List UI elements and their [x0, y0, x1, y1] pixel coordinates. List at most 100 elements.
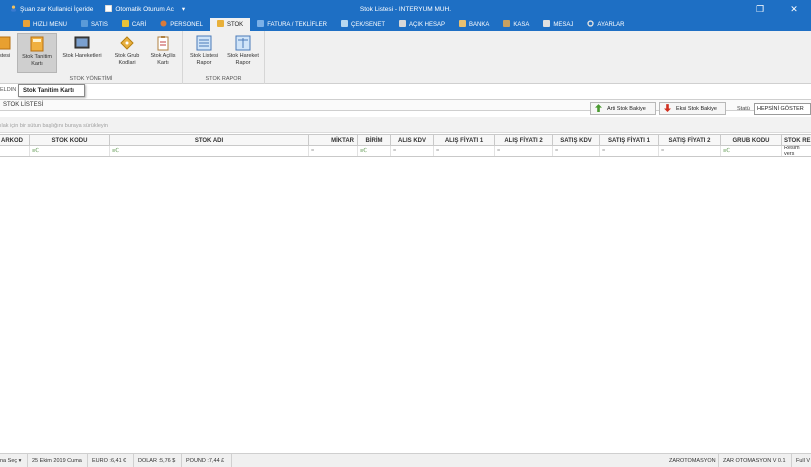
group-by-hint: ılak için bir sütun başlığını buraya sür…	[0, 123, 108, 129]
open-account-icon	[399, 20, 406, 29]
grid-header: ARKOD STOK KODU STOK ADI MİKTAR BİRİM AL…	[0, 134, 811, 146]
stock-group-codes-button[interactable]: Stok Grub Kodlari	[110, 33, 144, 73]
column-header-satis-fiyati-1[interactable]: SATIŞ FİYATI 1	[600, 135, 659, 146]
tab-kasa[interactable]: KASA	[496, 18, 536, 31]
settings-icon	[587, 20, 595, 29]
tab-banka[interactable]: BANKA	[452, 18, 496, 31]
check-icon	[340, 20, 348, 29]
ribbon-group-label: STOK RAPOR	[205, 76, 242, 82]
filter-cell-grub-kodu[interactable]: ≡ℂ	[721, 146, 782, 156]
status-bar: na Seç ▾ 25 Ekim 2019 Cuma EURO :6,41 € …	[0, 453, 811, 467]
tab-cek-senet[interactable]: ÇEK/SENET	[334, 18, 392, 31]
ribbon-group-stock-management: istesi Stok Tanitim Kartı Stok Hareketle…	[0, 31, 183, 84]
filter-cell-alis-fiyati-2[interactable]: =	[495, 146, 553, 156]
filter-cell-alis-kdv[interactable]: =	[391, 146, 434, 156]
tab-personel[interactable]: PERSONEL	[153, 18, 210, 31]
filter-cell-stok-adi[interactable]: ≡ℂ	[110, 146, 309, 156]
message-icon	[543, 20, 551, 29]
report-icon	[196, 35, 212, 51]
minus-stock-balance-button[interactable]: Eksi Stok Bakiye	[659, 102, 726, 115]
filter-cell-stok-resim[interactable]: Resim vers	[782, 146, 811, 156]
column-header-alis-fiyati-2[interactable]: ALIŞ FİYATI 2	[495, 135, 553, 146]
clipboard-icon	[157, 36, 169, 51]
grid-filter-row: ≡ℂ ≡ℂ = ≡ℂ = = = = = = ≡ℂ Resim vers	[0, 146, 811, 157]
filter-cell-barkod[interactable]	[0, 146, 30, 156]
tab-mesaj[interactable]: MESAJ	[536, 18, 580, 31]
stock-list-button[interactable]: istesi	[0, 33, 16, 73]
column-header-birim[interactable]: BİRİM	[358, 135, 391, 146]
column-header-miktar[interactable]: MİKTAR	[309, 135, 358, 146]
status-theme-select[interactable]: na Seç ▾	[0, 454, 28, 467]
tab-cari[interactable]: CARİ	[115, 18, 153, 31]
report-icon	[235, 35, 251, 51]
status-select[interactable]: HEPSİNİ GÖSTER	[754, 103, 811, 115]
sales-icon	[81, 20, 89, 29]
bank-icon	[459, 20, 467, 29]
title-bar: Stok Listesi - INTERYUM MUH. Şuan zar Ku…	[0, 0, 811, 18]
status-pound-rate: POUND :7,44 £	[182, 454, 232, 467]
stock-list-report-button[interactable]: Stok Listesi Rapor	[185, 33, 223, 73]
tab-ayarlar[interactable]: AYARLAR	[580, 18, 631, 31]
menu-bar: HIZLI MENU SATIS CARİ PERSONEL STOK FATU…	[0, 18, 811, 31]
filter-cell-satis-kdv[interactable]: =	[553, 146, 600, 156]
stock-icon	[216, 20, 224, 29]
filter-cell-birim[interactable]: ≡ℂ	[358, 146, 391, 156]
column-header-satis-fiyati-2[interactable]: SATIŞ FİYATI 2	[659, 135, 721, 146]
column-header-alis-fiyati-1[interactable]: ALIŞ FİYATI 1	[434, 135, 495, 146]
status-version: ZAR OTOMASYON V 0.1	[719, 454, 792, 467]
stock-card-icon	[30, 36, 44, 52]
tab-fatura[interactable]: FATURA / TEKLİFLER	[250, 18, 334, 31]
stock-definition-card-button[interactable]: Stok Tanitim Kartı	[17, 33, 57, 73]
column-header-barkod[interactable]: ARKOD	[0, 135, 30, 146]
status-euro-rate: EURO :6,41 €	[88, 454, 134, 467]
stock-opening-card-button[interactable]: Stok Açilis Kartı	[146, 33, 180, 73]
ribbon-group-stock-report: Stok Listesi Rapor Stok Hareket Rapor ST…	[183, 31, 265, 84]
tab-acik-hesap[interactable]: AÇIK HESAP	[392, 18, 452, 31]
personnel-icon	[160, 20, 167, 29]
arrow-up-icon	[595, 103, 602, 114]
restore-button[interactable]: ❐	[743, 0, 777, 18]
panel-title: STOK LİSTESİ	[3, 102, 44, 108]
column-header-stok-resim[interactable]: STOK RE	[782, 135, 811, 146]
stock-movements-button[interactable]: Stok Hareketleri	[59, 33, 105, 73]
tab-hizli-menu[interactable]: HIZLI MENU	[16, 18, 74, 31]
document-tab[interactable]: ELDIN	[0, 87, 16, 93]
status-company: ZAROTOMASYON	[665, 454, 719, 467]
quick-menu-icon	[23, 20, 30, 29]
plus-stock-balance-button[interactable]: Arti Stok Bakiye	[590, 102, 656, 115]
checkbox-icon[interactable]	[105, 4, 113, 14]
stock-movements-icon	[74, 36, 90, 49]
account-icon	[121, 20, 129, 29]
stock-movement-report-button[interactable]: Stok Hareket Rapor	[223, 33, 263, 73]
filter-cell-satis-fiyati-1[interactable]: =	[600, 146, 659, 156]
cash-register-icon	[503, 20, 511, 29]
status-label: Statü	[737, 106, 750, 112]
quick-access-dropdown[interactable]: ▾	[182, 5, 185, 13]
close-button[interactable]: ✕	[777, 0, 811, 18]
auto-login-toggle[interactable]: Otomatik Oturum Ac	[105, 4, 174, 14]
stock-list-icon	[0, 36, 11, 50]
column-header-stok-adi[interactable]: STOK ADI	[110, 135, 309, 146]
status-date: 25 Ekim 2019 Cuma	[28, 454, 88, 467]
column-header-satis-kdv[interactable]: SATIŞ KDV	[553, 135, 600, 146]
tooltip: Stok Tanitim Kartı	[18, 84, 85, 97]
stock-group-icon	[120, 36, 134, 50]
column-header-alis-kdv[interactable]: ALIS KDV	[391, 135, 434, 146]
column-header-stok-kodu[interactable]: STOK KODU	[30, 135, 110, 146]
user-status: Şuan zar Kullanici İçeride	[10, 4, 93, 14]
ribbon: istesi Stok Tanitim Kartı Stok Hareketle…	[0, 31, 811, 84]
group-by-panel[interactable]: ılak için bir sütun başlığını buraya sür…	[0, 117, 811, 133]
filter-cell-miktar[interactable]: =	[309, 146, 358, 156]
ribbon-group-label: STOK YÖNETİMİ	[69, 76, 113, 82]
filter-cell-satis-fiyati-2[interactable]: =	[659, 146, 721, 156]
status-license: Full V	[796, 458, 811, 464]
arrow-down-icon	[664, 103, 671, 114]
tab-stok[interactable]: STOK	[209, 18, 251, 31]
status-dollar-rate: DOLAR :5,76 $	[134, 454, 182, 467]
invoice-icon	[257, 20, 265, 29]
filter-cell-stok-kodu[interactable]: ≡ℂ	[30, 146, 110, 156]
tab-satis[interactable]: SATIS	[74, 18, 115, 31]
column-header-grub-kodu[interactable]: GRUB KODU	[721, 135, 782, 146]
user-icon	[10, 4, 17, 14]
filter-cell-alis-fiyati-1[interactable]: =	[434, 146, 495, 156]
